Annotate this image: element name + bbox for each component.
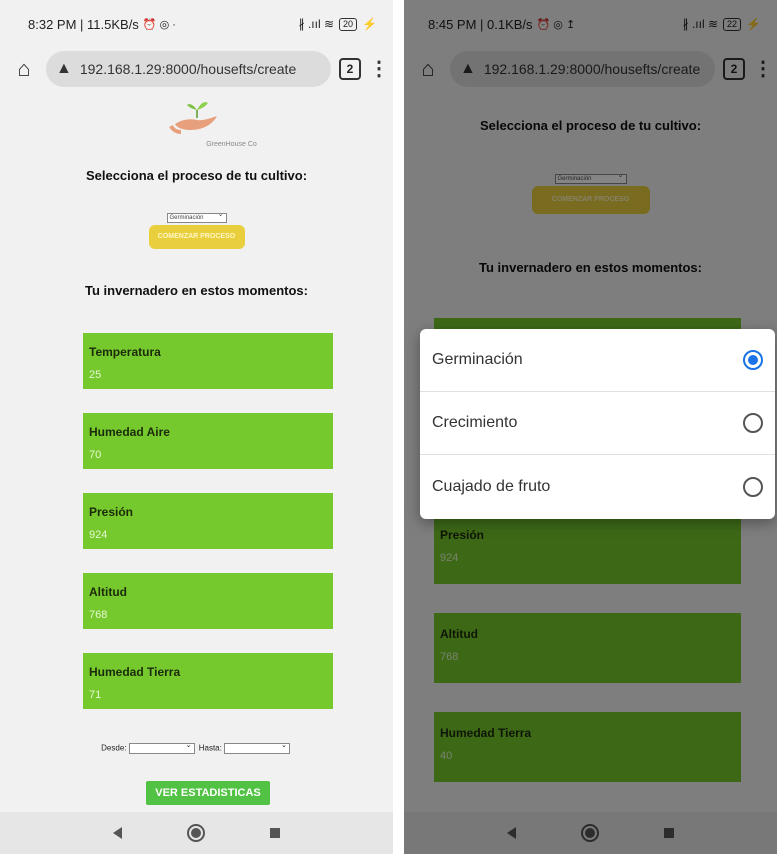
home-circle-icon[interactable]	[580, 824, 599, 842]
charging-icon: ⚡	[362, 17, 377, 31]
card-label: Altitud	[89, 585, 127, 599]
radio-unselected-icon[interactable]	[743, 413, 763, 433]
status-time: 8:45 PM | 0.1KB/s	[428, 16, 533, 32]
address-bar[interactable]: ▲ 192.168.1.29:8000/housefts/create	[46, 51, 331, 87]
status-left-icons: ⏰ ◎ ↥	[536, 18, 576, 31]
option-cuajado-de-fruto[interactable]: Cuajado de fruto	[420, 455, 775, 518]
now-heading: Tu invernadero en estos momentos:	[479, 260, 702, 275]
sensor-card-soil-humidity: Humedad Tierra 71	[83, 653, 333, 709]
option-label: Cuajado de fruto	[432, 477, 551, 495]
process-select-wrap: Germinación COMENZAR PROCESO	[0, 211, 393, 249]
sensor-card-temperature: Temperatura 25	[83, 333, 333, 389]
date-from-select[interactable]	[128, 741, 195, 754]
signal-icons: ∦ .ııl ≋	[298, 17, 335, 31]
card-value: 71	[89, 689, 102, 701]
date-from-label: Desde:	[101, 743, 127, 753]
radio-unselected-icon[interactable]	[743, 476, 763, 497]
card-value: 40	[440, 750, 453, 762]
android-nav-bar	[404, 812, 777, 854]
url-text: 192.168.1.29:8000/housefts/create	[483, 61, 701, 77]
option-label: Germinación	[432, 351, 523, 368]
date-to-select[interactable]	[223, 741, 290, 754]
card-value: 768	[440, 651, 459, 663]
card-label: Presión	[89, 505, 134, 519]
card-label: Altitud	[440, 627, 478, 641]
logo: GreenHouse Co	[0, 96, 393, 148]
plant-hand-logo-icon	[168, 102, 217, 134]
home-circle-icon[interactable]	[186, 824, 205, 842]
sensor-card-altitude: Altitud 768	[434, 613, 741, 683]
card-value: 768	[89, 609, 108, 621]
overflow-menu-icon[interactable]: ⋮	[369, 59, 389, 79]
status-left-icons: ⏰ ◎ ·	[142, 18, 176, 31]
tab-switcher-button[interactable]: 2	[723, 58, 745, 80]
date-range-row: Desde: Hasta:	[0, 741, 393, 754]
option-germinacion[interactable]: Germinación	[420, 329, 775, 392]
recents-icon[interactable]	[270, 828, 281, 838]
sensor-card-soil-humidity: Humedad Tierra 40	[434, 712, 741, 782]
card-label: Humedad Tierra	[440, 726, 532, 740]
home-icon[interactable]: ⌂	[414, 56, 442, 82]
sensor-card-air-humidity: Humedad Aire 70	[83, 413, 333, 469]
card-label: Humedad Tierra	[89, 665, 181, 679]
card-label: Presión	[440, 528, 485, 542]
left-phone-screen: 8:32 PM | 11.5KB/s ⏰ ◎ · ∦ .ııl ≋ 20 ⚡ ⌂…	[0, 0, 393, 854]
recents-icon[interactable]	[664, 828, 675, 838]
battery-icon: 20	[339, 17, 358, 31]
status-bar: 8:32 PM | 11.5KB/s ⏰ ◎ · ∦ .ııl ≋ 20 ⚡	[0, 0, 393, 48]
tab-switcher-button[interactable]: 2	[339, 58, 361, 80]
android-nav-bar	[0, 812, 393, 854]
sensor-card-altitude: Altitud 768	[83, 573, 333, 629]
date-to-label: Hasta:	[198, 743, 222, 753]
option-label: Crecimiento	[432, 414, 518, 431]
process-heading: Selecciona el proceso de tu cultivo:	[85, 168, 308, 183]
start-process-button[interactable]: COMENZAR PROCESO	[531, 186, 650, 214]
overflow-menu-icon[interactable]: ⋮	[753, 59, 773, 79]
process-select[interactable]: Germinación	[166, 211, 227, 223]
sensor-card-pressure: Presión 924	[83, 493, 333, 549]
card-value: 924	[440, 552, 459, 564]
status-time: 8:32 PM | 11.5KB/s	[28, 16, 139, 32]
process-select-wrap: Germinación COMENZAR PROCESO	[404, 172, 777, 214]
logo-text: GreenHouse Co	[206, 141, 257, 148]
view-stats-button[interactable]: VER ESTADISTICAS	[146, 781, 270, 805]
card-value: 70	[89, 449, 102, 461]
status-right: ∦ .ııl ≋ 20 ⚡	[299, 17, 377, 31]
warning-icon: ▲	[460, 60, 476, 77]
sensor-card-pressure: Presión 924	[434, 514, 741, 584]
address-bar[interactable]: ▲ 192.168.1.29:8000/housefts/create	[450, 51, 715, 87]
url-text: 192.168.1.29:8000/housefts/create	[79, 61, 297, 77]
card-label: Temperatura	[89, 345, 161, 359]
battery-icon: 22	[723, 17, 742, 31]
warning-icon: ▲	[56, 60, 72, 77]
option-crecimiento[interactable]: Crecimiento	[420, 392, 775, 455]
card-value: 25	[89, 369, 102, 381]
charging-icon: ⚡	[746, 17, 761, 31]
process-heading: Selecciona el proceso de tu cultivo:	[479, 118, 702, 133]
status-bar: 8:45 PM | 0.1KB/s ⏰ ◎ ↥ ∦ .ııl ≋ 22 ⚡	[404, 0, 777, 48]
back-icon[interactable]	[506, 827, 516, 839]
right-phone-screen: 8:45 PM | 0.1KB/s ⏰ ◎ ↥ ∦ .ııl ≋ 22 ⚡ ⌂ …	[404, 0, 777, 854]
now-heading: Tu invernadero en estos momentos:	[85, 283, 308, 298]
card-label: Humedad Aire	[89, 425, 170, 439]
back-icon[interactable]	[112, 827, 122, 839]
card-value: 924	[89, 529, 108, 541]
status-right: ∦ .ııl ≋ 22 ⚡	[683, 17, 761, 31]
process-select[interactable]: Germinación	[554, 172, 627, 184]
process-options-dialog: Germinación Crecimiento Cuajado de fruto	[420, 329, 775, 519]
start-process-button[interactable]: COMENZAR PROCESO	[148, 225, 245, 249]
browser-toolbar: ⌂ ▲ 192.168.1.29:8000/housefts/create 2 …	[0, 48, 393, 90]
page-content: GreenHouse Co Selecciona el proceso de t…	[0, 96, 393, 298]
home-icon[interactable]: ⌂	[10, 56, 38, 82]
browser-toolbar: ⌂ ▲ 192.168.1.29:8000/housefts/create 2 …	[404, 48, 777, 90]
radio-selected-icon[interactable]	[743, 350, 763, 370]
signal-icons: ∦ .ııl ≋	[682, 17, 719, 31]
